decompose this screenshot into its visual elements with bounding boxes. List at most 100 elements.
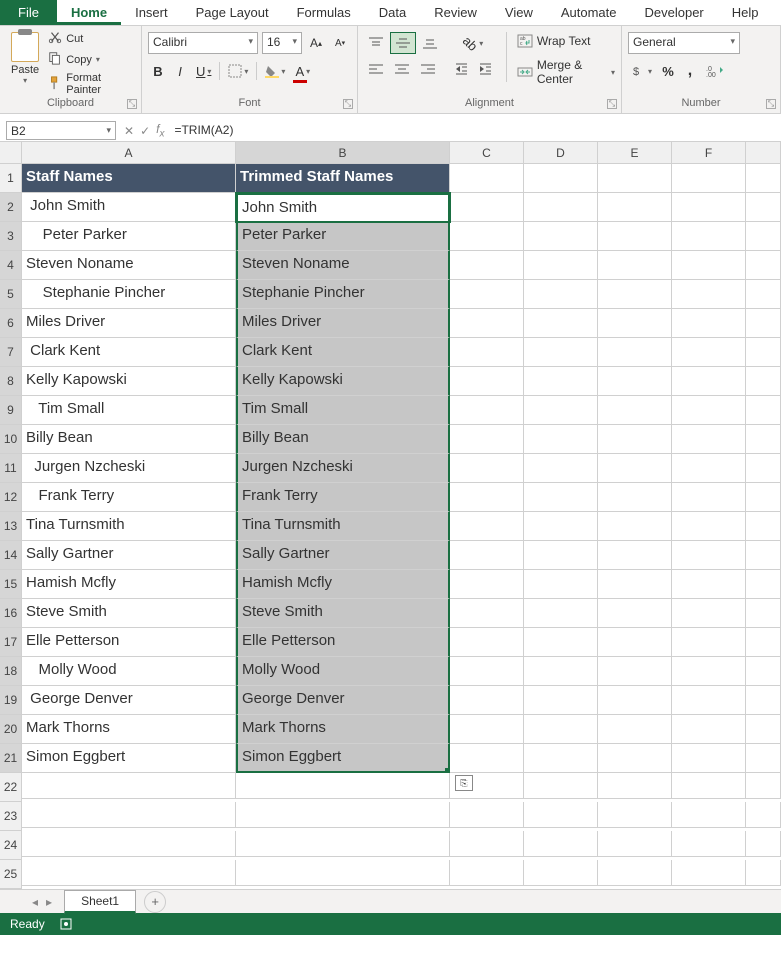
cell[interactable]: [672, 541, 746, 570]
cell[interactable]: [524, 541, 598, 570]
tab-review[interactable]: Review: [420, 0, 491, 25]
row-header[interactable]: 9: [0, 396, 22, 425]
cell[interactable]: [672, 512, 746, 541]
cell[interactable]: [450, 193, 524, 222]
cell[interactable]: Clark Kent: [22, 338, 236, 367]
cell[interactable]: [672, 425, 746, 454]
cell[interactable]: Steve Smith: [236, 599, 450, 628]
cell[interactable]: [598, 338, 672, 367]
cell[interactable]: Sally Gartner: [236, 541, 450, 570]
cell[interactable]: Molly Wood: [236, 657, 450, 686]
column-header[interactable]: C: [450, 142, 524, 164]
cell[interactable]: [598, 483, 672, 512]
spreadsheet-grid[interactable]: ABCDEF1Staff NamesTrimmed Staff Names2 J…: [0, 142, 781, 889]
cell[interactable]: George Denver: [236, 686, 450, 715]
cell[interactable]: [598, 222, 672, 251]
cell[interactable]: Elle Petterson: [22, 628, 236, 657]
cell[interactable]: Simon Eggbert: [236, 744, 450, 773]
align-middle-button[interactable]: [390, 32, 416, 54]
cell[interactable]: [746, 657, 781, 686]
cell[interactable]: [598, 396, 672, 425]
cell[interactable]: [450, 396, 524, 425]
cell[interactable]: Steve Smith: [22, 599, 236, 628]
row-header[interactable]: 23: [0, 802, 22, 831]
cell[interactable]: [746, 164, 781, 193]
cell[interactable]: [598, 251, 672, 280]
cell[interactable]: [524, 280, 598, 309]
cell[interactable]: [672, 599, 746, 628]
column-header[interactable]: B: [236, 142, 450, 164]
cell[interactable]: [450, 454, 524, 483]
number-format-select[interactable]: General: [628, 32, 740, 54]
cell[interactable]: [598, 280, 672, 309]
cell[interactable]: [746, 541, 781, 570]
row-header[interactable]: 3: [0, 222, 22, 251]
row-header[interactable]: 1: [0, 164, 22, 193]
increase-decimal-button[interactable]: .0.00: [702, 60, 728, 82]
cell[interactable]: [598, 367, 672, 396]
cell[interactable]: [450, 686, 524, 715]
cell[interactable]: Peter Parker: [236, 222, 450, 251]
cell[interactable]: [672, 773, 746, 799]
cell[interactable]: [450, 802, 524, 828]
cell[interactable]: [524, 222, 598, 251]
cell[interactable]: [450, 599, 524, 628]
cell[interactable]: [672, 396, 746, 425]
increase-font-button[interactable]: A▴: [306, 32, 326, 54]
cell[interactable]: Hamish Mcfly: [22, 570, 236, 599]
cell[interactable]: [746, 280, 781, 309]
cell[interactable]: [746, 802, 781, 828]
cell[interactable]: [746, 222, 781, 251]
cell[interactable]: [450, 164, 524, 193]
orientation-button[interactable]: ab: [450, 32, 496, 54]
cell[interactable]: [746, 744, 781, 773]
fill-color-button[interactable]: [261, 60, 289, 82]
cell[interactable]: [598, 425, 672, 454]
cell[interactable]: [598, 454, 672, 483]
tab-view[interactable]: View: [491, 0, 547, 25]
cell[interactable]: [524, 657, 598, 686]
cell[interactable]: Billy Bean: [236, 425, 450, 454]
cell[interactable]: [746, 193, 781, 222]
cell[interactable]: Steven Noname: [236, 251, 450, 280]
cell[interactable]: [672, 309, 746, 338]
cell[interactable]: Peter Parker: [22, 222, 236, 251]
cell[interactable]: [672, 715, 746, 744]
cell[interactable]: [598, 744, 672, 773]
cell[interactable]: [746, 686, 781, 715]
cell[interactable]: [598, 657, 672, 686]
row-header[interactable]: 24: [0, 831, 22, 860]
cell[interactable]: [598, 541, 672, 570]
macro-record-icon[interactable]: [59, 917, 73, 931]
cell[interactable]: [746, 831, 781, 857]
cell[interactable]: Miles Driver: [236, 309, 450, 338]
cell[interactable]: John Smith: [236, 193, 450, 222]
cell[interactable]: [746, 483, 781, 512]
cancel-formula-icon[interactable]: ✕: [124, 124, 134, 138]
align-center-button[interactable]: [390, 58, 414, 80]
cell[interactable]: [450, 309, 524, 338]
fx-icon[interactable]: fx: [156, 122, 164, 139]
cell[interactable]: [746, 860, 781, 886]
name-box[interactable]: B2: [6, 121, 116, 140]
cell[interactable]: [450, 338, 524, 367]
row-header[interactable]: 4: [0, 251, 22, 280]
column-header[interactable]: F: [672, 142, 746, 164]
cell[interactable]: [524, 860, 598, 886]
cell[interactable]: [450, 280, 524, 309]
cell[interactable]: Billy Bean: [22, 425, 236, 454]
cell[interactable]: Simon Eggbert: [22, 744, 236, 773]
cell[interactable]: [672, 483, 746, 512]
cell[interactable]: [672, 860, 746, 886]
cell[interactable]: [672, 570, 746, 599]
cell[interactable]: [746, 309, 781, 338]
cell[interactable]: Jurgen Nzcheski: [22, 454, 236, 483]
cell[interactable]: Kelly Kapowski: [22, 367, 236, 396]
tab-file[interactable]: File: [0, 0, 57, 25]
cell[interactable]: [672, 657, 746, 686]
column-header[interactable]: [746, 142, 781, 164]
font-color-button[interactable]: A: [291, 60, 314, 82]
font-name-select[interactable]: Calibri: [148, 32, 258, 54]
cell[interactable]: [746, 367, 781, 396]
cell[interactable]: [524, 831, 598, 857]
